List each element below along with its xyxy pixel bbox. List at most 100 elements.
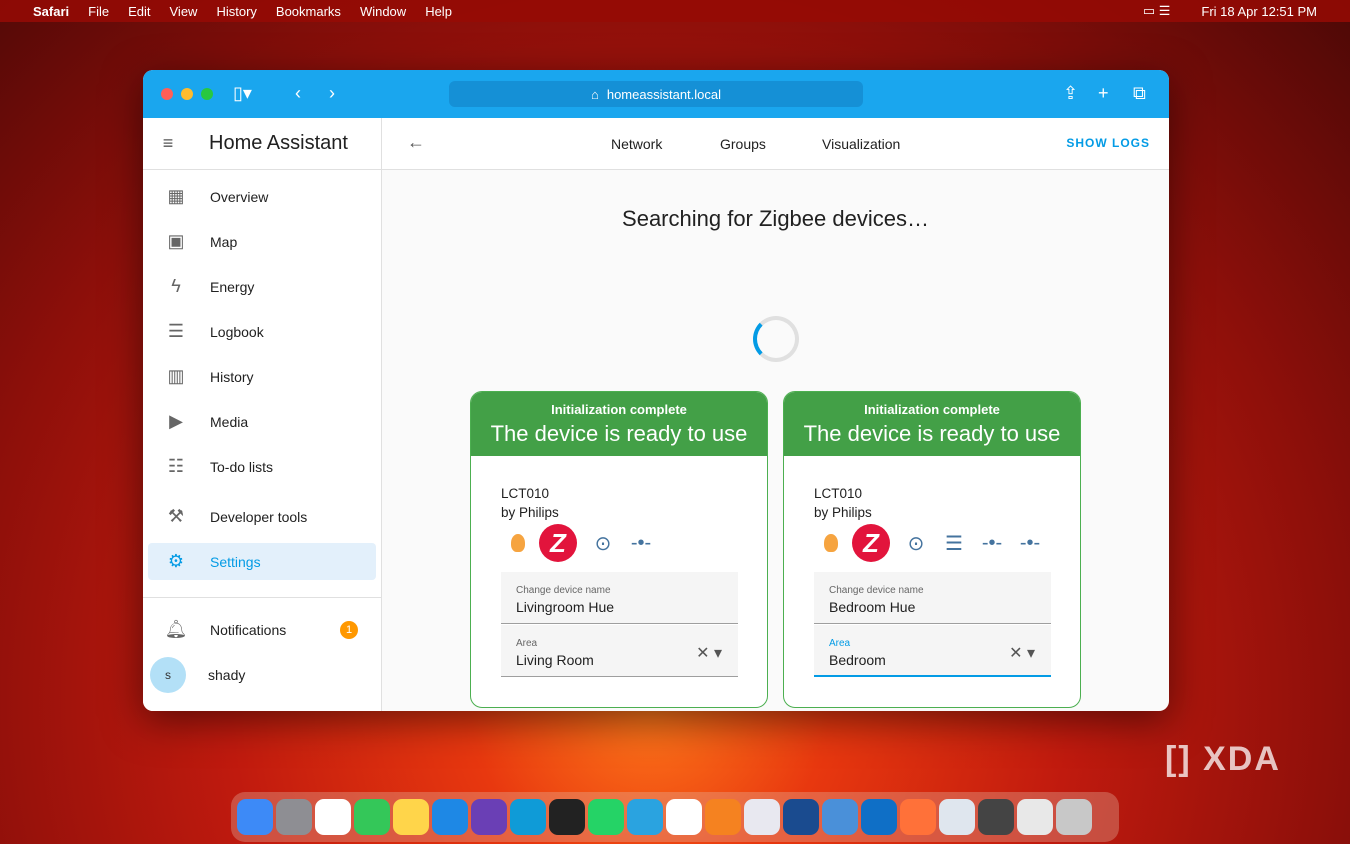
- sensor-icon[interactable]: -•-: [629, 532, 653, 555]
- dock-app-icon[interactable]: [861, 799, 897, 835]
- dock-app-icon[interactable]: [666, 799, 702, 835]
- menu-help[interactable]: Help: [425, 4, 452, 19]
- dock-app-icon[interactable]: [705, 799, 741, 835]
- sidebar-item-notifications[interactable]: 🔔︎Notifications1: [148, 611, 376, 648]
- list-icon[interactable]: ☰: [942, 531, 966, 556]
- hammer-icon: ⚒: [154, 506, 198, 527]
- tab-groups[interactable]: Groups: [720, 136, 766, 152]
- field-label: Change device name: [516, 585, 723, 596]
- dock-app-icon[interactable]: [939, 799, 975, 835]
- show-logs-button[interactable]: SHOW LOGS: [1066, 136, 1150, 150]
- close-button[interactable]: [161, 88, 173, 100]
- sensor-icon[interactable]: -•-: [980, 532, 1004, 555]
- notification-badge: 1: [340, 621, 358, 639]
- dock-app-icon[interactable]: [744, 799, 780, 835]
- dock-app-icon[interactable]: [1056, 799, 1092, 835]
- dock-app-icon[interactable]: [315, 799, 351, 835]
- minimize-button[interactable]: [181, 88, 193, 100]
- menu-file[interactable]: File: [88, 4, 109, 19]
- clear-icon[interactable]: ✕ ▾: [696, 643, 722, 663]
- status-icons[interactable]: ▭ ☰: [1143, 3, 1171, 19]
- clock[interactable]: Fri 18 Apr 12:51 PM: [1201, 4, 1317, 19]
- sidebar-item-history[interactable]: ▥History: [148, 358, 376, 395]
- device-name-field[interactable]: Change device name Bedroom Hue: [814, 572, 1051, 624]
- sidebar: ≡Home Assistant ▦Overview ▣Map ϟEnergy ☰…: [143, 118, 382, 711]
- dock-app-icon[interactable]: [549, 799, 585, 835]
- new-tab-icon[interactable]: +: [1098, 83, 1109, 104]
- list-icon: ☰: [154, 321, 198, 342]
- sidebar-item-label: Logbook: [210, 324, 264, 340]
- field-value: Bedroom Hue: [829, 599, 1036, 615]
- clear-icon[interactable]: ✕ ▾: [1009, 643, 1035, 663]
- device-card: Initialization completeThe device is rea…: [470, 391, 768, 708]
- browser-toolbar: ▯▾ ‹ › ⌂homeassistant.local ⇪ + ⧉: [143, 70, 1169, 118]
- back-arrow-icon[interactable]: ←: [407, 132, 425, 153]
- zigbee-icon: Z: [539, 524, 577, 562]
- dock-app-icon[interactable]: [783, 799, 819, 835]
- menu-view[interactable]: View: [170, 4, 198, 19]
- sidebar-item-label: Overview: [210, 189, 268, 205]
- area-select[interactable]: AreaLiving Room✕ ▾: [501, 625, 738, 677]
- sidebar-item-energy[interactable]: ϟEnergy: [148, 268, 376, 305]
- help-target-icon[interactable]: ⊙: [904, 531, 928, 556]
- sidebar-item-label: Settings: [210, 554, 261, 570]
- menu-collapse-icon[interactable]: ≡: [143, 133, 193, 154]
- bulb-icon: [511, 534, 525, 552]
- forward-icon[interactable]: ›: [329, 83, 335, 104]
- dock-app-icon[interactable]: [471, 799, 507, 835]
- address-bar[interactable]: ⌂homeassistant.local: [449, 81, 863, 107]
- home-assistant-favicon-icon: ⌂: [591, 87, 599, 102]
- gear-icon: ⚙: [154, 551, 198, 572]
- dock-app-icon[interactable]: [354, 799, 390, 835]
- dock-app-icon[interactable]: [627, 799, 663, 835]
- lightning-icon: ϟ: [154, 276, 198, 297]
- dock-app-icon[interactable]: [393, 799, 429, 835]
- sidebar-item-logbook[interactable]: ☰ Logbook: [148, 313, 376, 350]
- sidebar-item-developer-tools[interactable]: ⚒Developer tools: [148, 498, 376, 535]
- dock-app-icon[interactable]: [978, 799, 1014, 835]
- sensor-icon[interactable]: -•-: [1018, 532, 1042, 555]
- device-name-field[interactable]: Change device name Livingroom Hue: [501, 572, 738, 624]
- menu-window[interactable]: Window: [360, 4, 406, 19]
- back-icon[interactable]: ‹: [295, 83, 301, 104]
- dock-app-icon[interactable]: [237, 799, 273, 835]
- field-value: Livingroom Hue: [516, 599, 723, 615]
- map-icon: ▣: [154, 231, 198, 252]
- bell-icon: 🔔︎: [154, 619, 198, 640]
- sidebar-toggle-icon[interactable]: ▯▾: [233, 83, 252, 104]
- menu-app-name[interactable]: Safari: [33, 4, 69, 19]
- field-label: Area: [516, 638, 723, 649]
- sidebar-item-label: Map: [210, 234, 237, 250]
- tabs-overview-icon[interactable]: ⧉: [1133, 83, 1146, 104]
- card-message: The device is ready to use: [471, 421, 767, 447]
- area-select[interactable]: AreaBedroom✕ ▾: [814, 625, 1051, 677]
- dock-app-icon[interactable]: [588, 799, 624, 835]
- menu-edit[interactable]: Edit: [128, 4, 150, 19]
- sidebar-item-settings[interactable]: ⚙ Settings: [148, 543, 376, 580]
- safari-window: ▯▾ ‹ › ⌂homeassistant.local ⇪ + ⧉ ≡Home …: [143, 70, 1169, 711]
- sidebar-item-map[interactable]: ▣ Map: [148, 223, 376, 260]
- menu-bookmarks[interactable]: Bookmarks: [276, 4, 341, 19]
- dock-app-icon[interactable]: [1017, 799, 1053, 835]
- dock-app-icon[interactable]: [510, 799, 546, 835]
- sidebar-item-overview[interactable]: ▦ Overview: [148, 178, 376, 215]
- dock-app-icon[interactable]: [432, 799, 468, 835]
- top-bar: ← Network Groups Visualization SHOW LOGS: [382, 118, 1169, 170]
- sidebar-item-media[interactable]: ▶Media: [148, 403, 376, 440]
- device-manufacturer: by Philips: [501, 503, 559, 522]
- tab-visualization[interactable]: Visualization: [822, 136, 900, 152]
- tab-network[interactable]: Network: [611, 136, 662, 152]
- chart-icon: ▥: [154, 366, 198, 387]
- dock-app-icon[interactable]: [276, 799, 312, 835]
- zoom-button[interactable]: [201, 88, 213, 100]
- field-label: Change device name: [829, 585, 1036, 596]
- loading-spinner: [753, 316, 799, 362]
- help-target-icon[interactable]: ⊙: [591, 531, 615, 556]
- share-icon[interactable]: ⇪: [1063, 83, 1078, 104]
- menu-history[interactable]: History: [216, 4, 256, 19]
- dashboard-icon: ▦: [154, 186, 198, 207]
- dock-app-icon[interactable]: [900, 799, 936, 835]
- dock-app-icon[interactable]: [822, 799, 858, 835]
- sidebar-item-user[interactable]: sshady: [148, 656, 376, 693]
- sidebar-item-todo[interactable]: ☷To-do lists: [148, 448, 376, 485]
